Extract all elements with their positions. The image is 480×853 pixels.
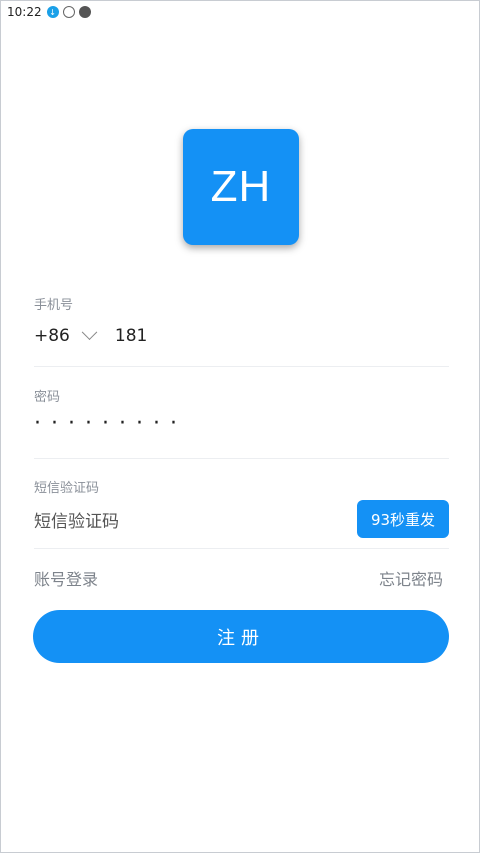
divider [34, 458, 449, 459]
cat-icon [78, 6, 91, 18]
password-input[interactable]: ········· [34, 411, 187, 436]
phone-field[interactable]: +86 181 [34, 321, 147, 351]
sms-code-input[interactable]: 短信验证码 [34, 507, 119, 532]
divider [34, 548, 449, 549]
forgot-password-link[interactable]: 忘记密码 [379, 566, 443, 590]
shield-icon [62, 6, 75, 18]
divider [34, 366, 449, 367]
download-badge-icon: ↓ [46, 6, 59, 18]
account-login-link[interactable]: 账号登录 [34, 566, 98, 590]
status-time: 10:22 [7, 5, 42, 19]
password-label: 密码 [34, 390, 61, 405]
chevron-down-icon[interactable] [81, 323, 98, 340]
phone-input[interactable]: 181 [115, 326, 147, 346]
status-icons: ↓ [46, 6, 91, 18]
app-logo: ZH [183, 129, 299, 245]
phone-label: 手机号 [34, 298, 74, 313]
sms-label: 短信验证码 [34, 481, 100, 496]
country-code[interactable]: +86 [34, 326, 70, 346]
resend-code-button[interactable]: 93秒重发 [357, 500, 449, 538]
register-button[interactable]: 注册 [33, 610, 449, 663]
status-bar: 10:22 ↓ [1, 1, 479, 23]
